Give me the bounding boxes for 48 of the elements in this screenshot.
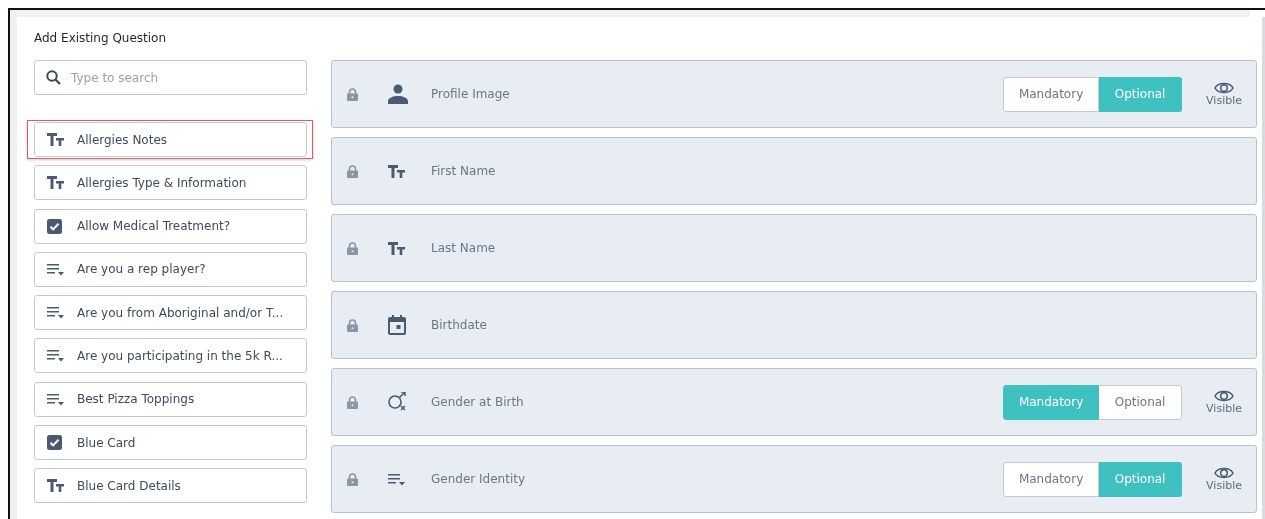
lock-icon [347,318,358,332]
checkbox-icon [47,435,62,451]
list-dropdown-icon [47,262,64,276]
text-type-icon [388,164,405,178]
question-item[interactable]: Are you a rep player? [34,251,307,287]
field-label: First Name [431,164,496,178]
field-label: Last Name [431,241,496,255]
list-dropdown-icon [47,392,64,406]
checkbox-icon [47,218,62,234]
visibility-toggle[interactable]: Visible [1206,466,1242,492]
eye-icon [1214,466,1235,479]
list-dropdown-icon [47,306,64,320]
lock-icon [347,164,358,178]
lock-icon [347,87,358,101]
person-icon [388,84,408,104]
search-field[interactable]: Type to search [34,60,307,95]
section-heading: Add Existing Question [34,31,168,47]
visibility-toggle[interactable]: Visible [1206,81,1242,107]
question-item[interactable]: Allergies Notes [34,122,307,157]
text-type-icon [47,176,64,190]
question-item[interactable]: Allow Medical Treatment? [34,208,307,244]
question-item[interactable]: Are you from Aboriginal and/or T... [34,295,307,331]
requirement-option[interactable]: Mandatory [1003,76,1100,112]
lock-icon [347,472,358,486]
question-item[interactable]: Allergies Type & Information [34,165,307,201]
question-item[interactable]: Blue Card Details [34,468,307,504]
gender-icon [388,391,408,413]
lock-icon [347,241,358,255]
question-item[interactable]: Are you participating in the 5k R... [34,338,307,374]
requirement-option[interactable]: Mandatory [1003,461,1100,497]
calendar-icon [388,315,406,335]
text-type-icon [47,479,64,493]
list-dropdown-icon [388,472,405,486]
eye-icon [1214,389,1235,402]
eye-icon [1214,81,1235,94]
search-icon [46,70,61,85]
field-label: Birthdate [431,318,487,332]
text-type-icon [388,241,405,255]
field-label: Gender at Birth [431,395,524,409]
question-item[interactable]: Best Pizza Toppings [34,381,307,417]
question-item[interactable]: Blue Card [34,425,307,461]
requirement-option[interactable]: Optional [1099,384,1183,420]
visibility-toggle[interactable]: Visible [1206,389,1242,415]
list-dropdown-icon [47,349,64,363]
field-label: Gender Identity [431,472,526,486]
lock-icon [347,395,358,409]
field-label: Profile Image [431,87,510,101]
text-type-icon [47,133,64,146]
